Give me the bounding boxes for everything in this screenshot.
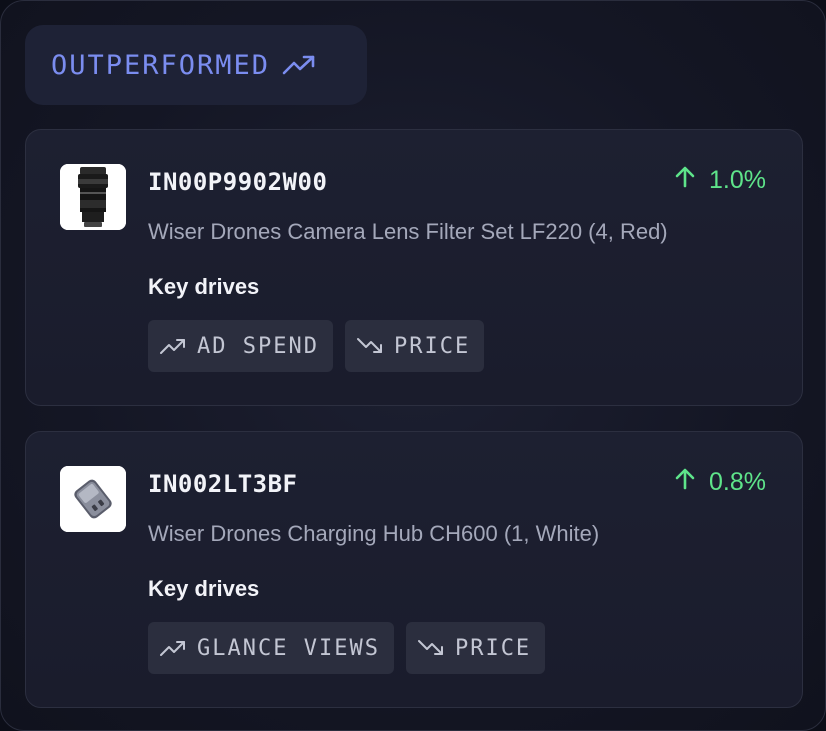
key-drives-list: AD SPEND PRICE [148,320,485,372]
drive-tag-ad-spend[interactable]: AD SPEND [148,320,333,372]
product-sku: IN002LT3BF [148,470,298,498]
trending-down-icon [417,639,444,657]
drive-tag-label: AD SPEND [197,333,319,359]
trending-up-icon [160,337,186,355]
trending-up-icon [282,53,316,77]
key-drives-heading: Key drives [148,274,260,299]
performance-change: 0.8% [675,468,766,497]
drive-tag-label: GLANCE VIEWS [197,635,380,661]
drive-tag-glance-views[interactable]: GLANCE VIEWS [148,622,394,674]
outperformed-header: OUTPERFORMED [25,25,367,105]
change-value: 0.8% [709,468,766,496]
product-title: Wiser Drones Camera Lens Filter Set LF22… [148,219,668,244]
section-label: OUTPERFORMED [51,49,271,81]
product-title: Wiser Drones Charging Hub CH600 (1, Whit… [148,521,600,546]
key-drives-heading: Key drives [148,576,260,601]
drive-tag-price[interactable]: PRICE [344,320,485,372]
arrow-up-icon [675,166,695,195]
performance-change: 1.0% [675,166,766,195]
product-sku: IN00P9902W00 [148,168,328,196]
change-value: 1.0% [709,166,766,194]
camera-lens-thumbnail [60,164,126,230]
charging-hub-thumbnail [60,466,126,532]
outperformed-panel: OUTPERFORMED IN00P9902W00 1.0% Wiser Dro… [0,0,826,731]
drive-tag-price[interactable]: PRICE [405,622,546,674]
trending-down-icon [356,337,383,355]
trending-up-icon [160,639,186,657]
product-card[interactable]: IN002LT3BF 0.8% Wiser Drones Charging Hu… [25,431,803,708]
key-drives-list: GLANCE VIEWS PRICE [148,622,546,674]
drive-tag-label: PRICE [393,333,471,359]
product-card[interactable]: IN00P9902W00 1.0% Wiser Drones Camera Le… [25,129,803,406]
arrow-up-icon [675,468,695,497]
drive-tag-label: PRICE [454,635,532,661]
